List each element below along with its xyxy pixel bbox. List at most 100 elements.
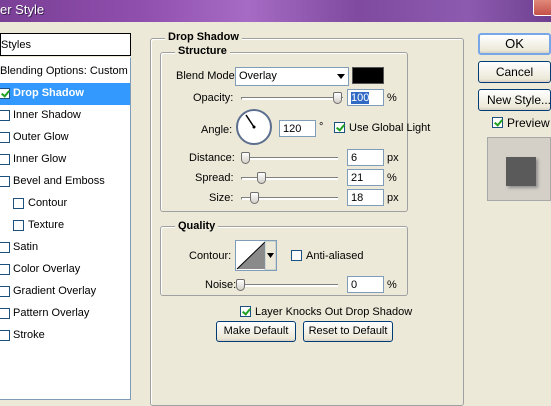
style-item-label: Outer Glow [13,131,69,143]
spread-unit: % [387,172,397,184]
distance-label: Distance: [189,152,235,164]
size-unit: px [387,192,399,204]
style-item-label: Stroke [13,329,45,341]
spread-slider-track[interactable] [241,177,338,180]
distance-slider-track[interactable] [241,157,338,160]
style-checkbox[interactable] [0,110,10,121]
style-checkbox[interactable] [0,286,10,297]
opacity-label: Opacity: [193,92,234,104]
ok-button[interactable]: OK [478,33,551,55]
anti-aliased-label: Anti-aliased [306,250,364,262]
angle-dial-needle [245,114,256,129]
chevron-down-icon [337,74,345,79]
style-item-drop-shadow[interactable]: Drop Shadow [0,83,130,105]
spread-label: Spread: [195,172,234,184]
styles-list: Blending Options: Custom Drop Shadow Inne… [0,57,131,400]
spread-value: 21 [351,172,364,184]
distance-unit: px [387,152,399,164]
opacity-slider-thumb[interactable] [333,92,342,104]
style-item-color-overlay[interactable]: Color Overlay [0,259,130,281]
distance-input[interactable]: 6 [347,149,384,166]
style-checkbox[interactable] [0,176,10,187]
style-item-label: Color Overlay [13,263,81,275]
shadow-color-swatch[interactable] [352,67,384,84]
style-checkbox[interactable] [0,88,10,99]
style-item-pattern-overlay[interactable]: Pattern Overlay [0,303,130,325]
layer-knocks-out-checkbox[interactable] [240,306,251,317]
style-item-inner-glow[interactable]: Inner Glow [0,149,130,171]
blending-options-item[interactable]: Blending Options: Custom [0,61,130,83]
preview-checkbox[interactable] [492,117,503,128]
make-default-button[interactable]: Make Default [216,321,296,342]
blend-mode-value: Overlay [239,70,277,82]
reset-to-default-button[interactable]: Reset to Default [303,321,393,342]
noise-slider-track[interactable] [241,284,338,287]
use-global-light-checkbox[interactable] [334,122,345,133]
opacity-slider-track[interactable] [241,97,343,100]
size-slider-thumb[interactable] [250,192,259,204]
style-item-label: Inner Glow [13,153,67,165]
preview-square [506,157,536,186]
drop-shadow-title: Drop Shadow [165,31,242,43]
spread-input[interactable]: 21 [347,169,384,186]
style-item-label: Contour [28,197,68,209]
anti-aliased-checkbox[interactable] [291,250,302,261]
style-item-label: Gradient Overlay [13,285,97,297]
style-checkbox[interactable] [0,264,10,275]
angle-dial[interactable] [236,109,272,145]
noise-value: 0 [351,279,358,291]
size-label: Size: [209,192,234,204]
style-item-bevel-and-emboss[interactable]: Bevel and Emboss [0,171,130,193]
noise-label: Noise: [205,279,237,291]
new-style-button[interactable]: New Style... [478,89,551,111]
noise-unit: % [387,279,397,291]
style-item-label: Texture [28,219,65,231]
style-item-label: Inner Shadow [13,109,81,121]
style-checkbox[interactable] [0,154,10,165]
opacity-input[interactable]: 100 [347,89,384,106]
style-item-gradient-overlay[interactable]: Gradient Overlay [0,281,130,303]
size-input[interactable]: 18 [347,189,384,206]
style-item-inner-shadow[interactable]: Inner Shadow [0,105,130,127]
angle-input[interactable]: 120 [279,120,316,137]
preview-label: Preview [507,116,550,130]
blend-mode-select[interactable]: Overlay [235,67,349,86]
noise-input[interactable]: 0 [347,276,384,293]
contour-label: Contour: [189,250,232,262]
contour-picker[interactable] [235,240,277,271]
style-checkbox[interactable] [0,242,10,253]
layer-knocks-out-label: Layer Knocks Out Drop Shadow [255,306,413,318]
blend-mode-label: Blend Mode: [176,70,238,82]
make-default-label: Make Default [223,325,289,337]
style-item-texture[interactable]: Texture [0,215,130,237]
style-checkbox[interactable] [0,330,10,341]
opacity-unit: % [387,92,397,104]
noise-slider-thumb[interactable] [236,279,245,291]
cancel-button[interactable]: Cancel [478,61,551,83]
new-style-label: New Style... [487,93,551,107]
cancel-label: Cancel [495,65,534,79]
style-item-contour[interactable]: Contour [0,193,130,215]
style-checkbox[interactable] [0,132,10,143]
style-checkbox[interactable] [13,220,24,231]
structure-title: Structure [175,45,230,57]
distance-slider-thumb[interactable] [241,152,250,164]
style-item-outer-glow[interactable]: Outer Glow [0,127,130,149]
spread-slider-thumb[interactable] [257,172,266,184]
opacity-value: 100 [351,92,370,104]
angle-value: 120 [283,123,302,135]
style-item-label: Bevel and Emboss [13,175,105,187]
style-checkbox[interactable] [13,198,24,209]
style-item-satin[interactable]: Satin [0,237,130,259]
close-button[interactable] [533,0,551,16]
blending-options-label: Blending Options: Custom [0,65,128,77]
ok-label: OK [505,36,524,51]
style-item-label: Pattern Overlay [13,307,90,319]
style-checkbox[interactable] [0,308,10,319]
angle-unit: ° [319,121,324,133]
styles-header[interactable]: Styles [0,33,131,56]
distance-value: 6 [351,152,358,164]
use-global-light-label: Use Global Light [349,122,431,134]
styles-panel: Styles Blending Options: Custom Drop Sha… [0,33,131,400]
style-item-stroke[interactable]: Stroke [0,325,130,347]
